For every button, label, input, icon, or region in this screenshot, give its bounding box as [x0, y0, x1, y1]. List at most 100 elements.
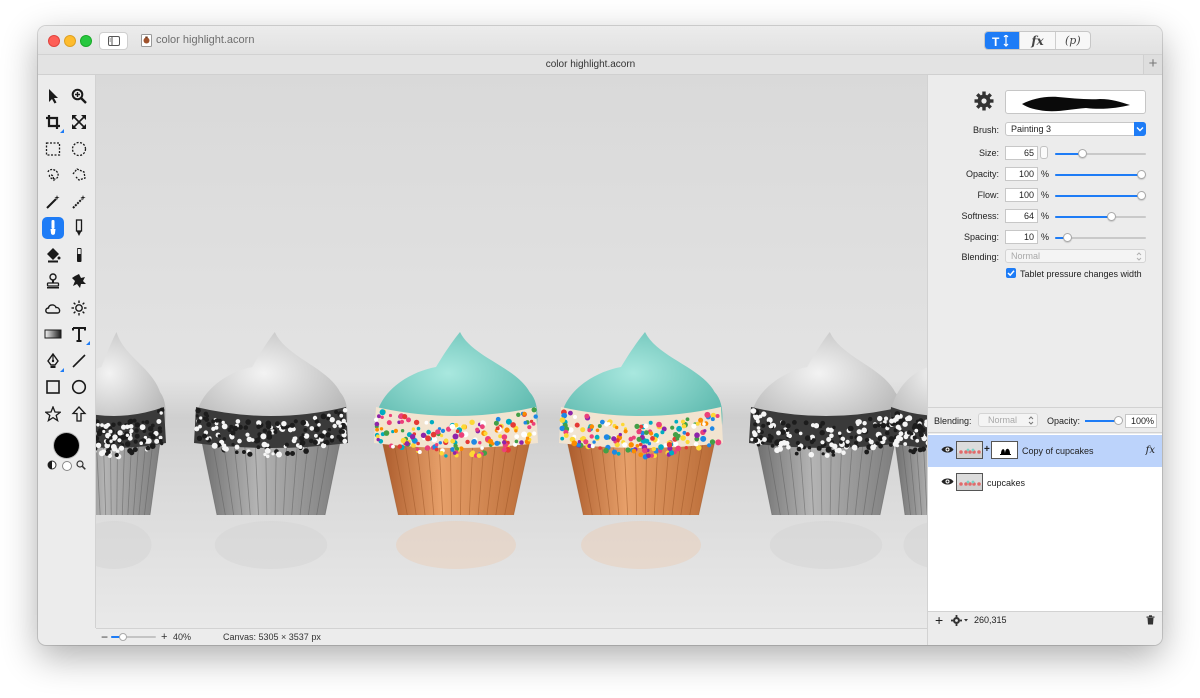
layer-opacity-label: Opacity:	[1047, 416, 1081, 426]
instant-alpha-tool-button[interactable]	[68, 191, 90, 213]
fx-inspector-segment[interactable]: fx	[1020, 32, 1056, 49]
default-colors-icon[interactable]	[47, 460, 57, 470]
crop-tool-button[interactable]	[42, 111, 64, 133]
layer-mask-thumbnail[interactable]	[991, 441, 1018, 459]
pencil-tool-button[interactable]	[68, 217, 90, 239]
arrow-tool-button[interactable]	[68, 403, 90, 425]
oval-shape-tool-button[interactable]	[68, 376, 90, 398]
bezier-pen-tool-button[interactable]	[42, 350, 64, 372]
eraser-tool-button[interactable]	[68, 244, 90, 266]
setting-value-field[interactable]: 10	[1005, 230, 1038, 244]
inspector-segmented-control: T fx (p)	[984, 31, 1091, 50]
sidebar-toggle-button[interactable]	[99, 32, 128, 50]
add-layer-button[interactable]: +	[935, 612, 943, 628]
minimize-window-button[interactable]	[64, 35, 76, 47]
setting-slider-knob[interactable]	[1078, 149, 1087, 158]
image-canvas[interactable]	[96, 75, 927, 628]
acorn-document-icon	[141, 34, 152, 47]
layer-actions-gear-icon[interactable]	[951, 615, 969, 626]
transform-tool-button[interactable]	[68, 111, 90, 133]
paint-bucket-tool-button[interactable]	[42, 244, 64, 266]
setting-slider[interactable]	[1055, 170, 1146, 179]
window-title: color highlight.acorn	[156, 34, 255, 46]
text-tool-button[interactable]	[68, 323, 90, 345]
layers-footer: + 260,315	[928, 611, 1162, 628]
gradient-tool-button[interactable]	[42, 323, 64, 345]
setting-slider-knob[interactable]	[1137, 170, 1146, 179]
layers-list: + Copy of cupcakes fx cupcakes	[928, 434, 1162, 611]
cloud-tool-button[interactable]	[42, 297, 64, 319]
layer-blending-value: Normal	[988, 415, 1018, 425]
layer-blending-label: Blending:	[934, 416, 972, 426]
smudge-tool-button[interactable]	[68, 270, 90, 292]
setting-slider[interactable]	[1055, 212, 1146, 221]
layer-fx-icon[interactable]: fx	[1146, 445, 1155, 456]
setting-slider-knob[interactable]	[1063, 233, 1072, 242]
lasso-icon	[47, 168, 59, 182]
setting-unit: %	[1041, 190, 1050, 200]
ellipse-select-tool-button[interactable]	[68, 138, 90, 160]
setting-slider[interactable]	[1055, 191, 1146, 200]
zoom-out-button[interactable]: −	[101, 630, 108, 644]
setting-slider[interactable]	[1055, 233, 1146, 242]
polygon-lasso-icon	[72, 168, 86, 181]
size-stepper[interactable]	[1040, 146, 1048, 159]
line-tool-button[interactable]	[68, 350, 90, 372]
layer-name[interactable]: Copy of cupcakes	[1022, 446, 1094, 456]
burn-dodge-tool-button[interactable]	[68, 297, 90, 319]
foreground-color-swatch[interactable]	[54, 433, 79, 458]
eye-visibility-icon[interactable]	[941, 445, 954, 454]
circle-icon	[71, 379, 87, 395]
eye-visibility-icon[interactable]	[941, 477, 954, 486]
expand-arrows-icon	[72, 115, 86, 129]
zoom-tool-button[interactable]	[68, 85, 90, 107]
polygon-lasso-tool-button[interactable]	[68, 164, 90, 186]
layer-row-cupcakes[interactable]: cupcakes	[928, 467, 1162, 499]
document-tab-title[interactable]: color highlight.acorn	[38, 59, 1143, 70]
setting-slider-knob[interactable]	[1107, 212, 1116, 221]
canvas-status-bar: − + 40% Canvas: 5305 × 3537 px	[96, 628, 927, 645]
star-tool-button[interactable]	[42, 403, 64, 425]
gradient-icon	[44, 329, 62, 339]
zoom-level[interactable]: 40%	[173, 632, 191, 642]
close-window-button[interactable]	[48, 35, 60, 47]
trash-icon[interactable]	[1146, 615, 1155, 625]
p-inspector-segment[interactable]: (p)	[1056, 32, 1090, 49]
setting-value-field[interactable]: 100	[1005, 167, 1038, 181]
brush-settings-gear-icon[interactable]	[974, 91, 994, 111]
rect-shape-tool-button[interactable]	[42, 376, 64, 398]
tablet-pressure-checkbox[interactable]	[1006, 268, 1016, 278]
setting-value-field[interactable]: 65	[1005, 146, 1038, 160]
layer-blending-select[interactable]: Normal	[978, 413, 1038, 427]
brush-tool-button[interactable]	[42, 217, 64, 239]
zoom-in-button[interactable]: +	[161, 630, 167, 644]
clone-stamp-tool-button[interactable]	[42, 270, 64, 292]
document-tab-bar: color highlight.acorn +	[38, 55, 1162, 75]
layer-opacity-field[interactable]: 100%	[1125, 414, 1157, 428]
setting-slider-knob[interactable]	[1137, 191, 1146, 200]
cloud-icon	[45, 304, 61, 314]
brush-blending-select[interactable]: Normal	[1005, 249, 1146, 263]
eyedropper-magnifier-icon[interactable]	[76, 460, 86, 470]
layer-opacity-knob[interactable]	[1114, 416, 1123, 425]
brush-type-select[interactable]: Painting 3	[1005, 122, 1146, 136]
zoom-window-button[interactable]	[80, 35, 92, 47]
magic-wand-tool-button[interactable]	[42, 191, 64, 213]
rect-select-tool-button[interactable]	[42, 138, 64, 160]
brush-blending-value: Normal	[1011, 251, 1041, 261]
new-tab-button[interactable]: +	[1143, 55, 1162, 74]
clone-stamp-icon	[46, 273, 60, 289]
zoom-slider-knob[interactable]	[119, 633, 127, 641]
move-tool-button[interactable]	[42, 85, 64, 107]
layer-thumbnail	[956, 473, 983, 491]
text-inspector-segment[interactable]: T	[985, 32, 1021, 49]
zoom-slider[interactable]	[111, 633, 156, 641]
setting-slider[interactable]	[1055, 149, 1146, 158]
layer-thumbnail	[956, 441, 983, 459]
setting-value-field[interactable]: 64	[1005, 209, 1038, 223]
lasso-tool-button[interactable]	[42, 164, 64, 186]
background-color-swatch[interactable]	[62, 461, 72, 471]
setting-value-field[interactable]: 100	[1005, 188, 1038, 202]
layer-name[interactable]: cupcakes	[987, 478, 1025, 488]
layer-row-copy-of-cupcakes[interactable]: + Copy of cupcakes fx	[928, 435, 1162, 467]
